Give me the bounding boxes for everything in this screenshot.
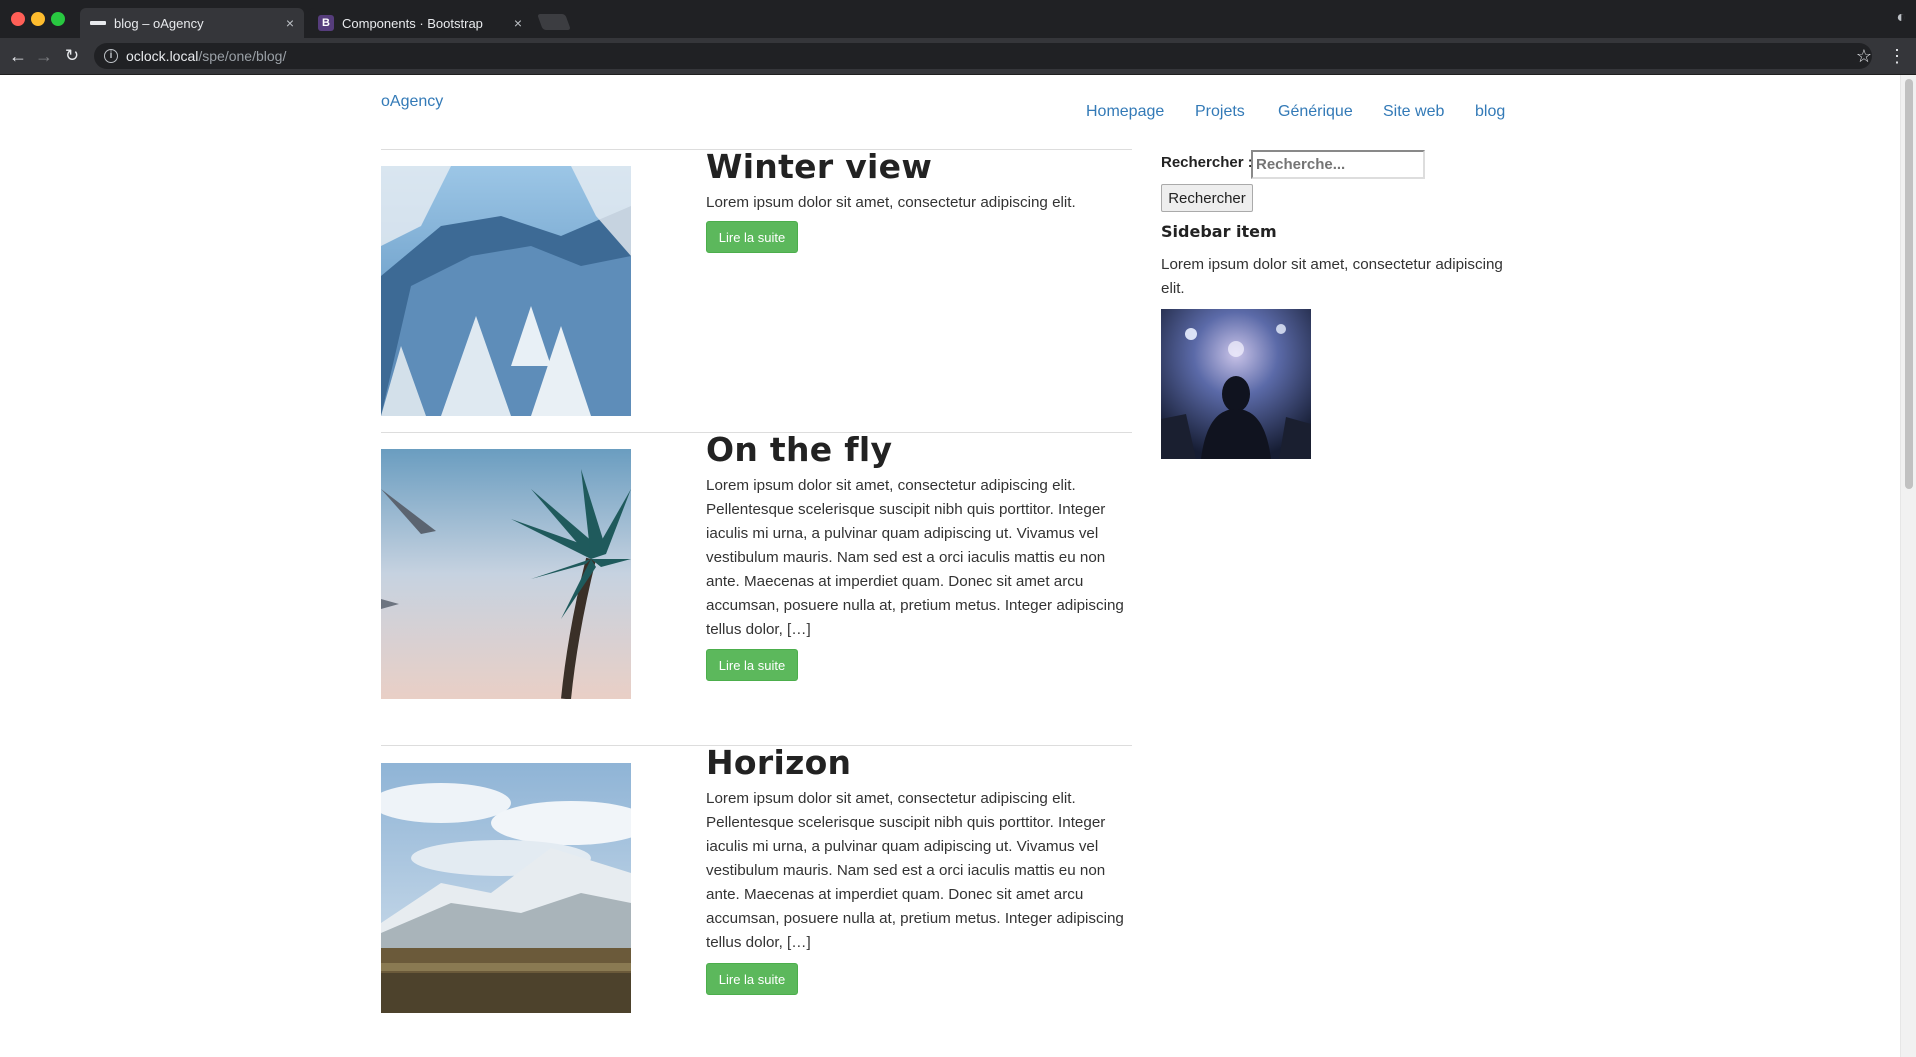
search-label: Rechercher : <box>1161 154 1253 171</box>
reload-icon[interactable]: ↻ <box>60 44 84 68</box>
sidebar-item-text: Lorem ipsum dolor sit amet, consectetur … <box>1161 256 1503 297</box>
scrollbar-thumb[interactable] <box>1905 79 1913 489</box>
back-arrow-icon[interactable]: ← <box>6 44 30 68</box>
window-close-button[interactable] <box>11 12 25 26</box>
window-minimize-button[interactable] <box>31 12 45 26</box>
info-icon[interactable]: i <box>104 49 118 63</box>
site-brand-link[interactable]: oAgency <box>381 93 443 111</box>
post-image-on-the-fly[interactable] <box>381 449 631 699</box>
url-path: /spe/one/blog/ <box>198 48 287 64</box>
read-more-button[interactable]: Lire la suite <box>706 963 798 995</box>
browser-tab-bar: blog – oAgency × B Components · Bootstra… <box>0 0 1916 38</box>
bookmark-star-icon[interactable]: ☆ <box>1856 44 1872 68</box>
nav-link-site-web[interactable]: Site web <box>1383 103 1444 121</box>
post-excerpt: Lorem ipsum dolor sit amet, consectetur … <box>706 790 1124 951</box>
window-maximize-button[interactable] <box>51 12 65 26</box>
sidebar-item-title: Sidebar item <box>1161 222 1277 241</box>
tab-title: Components · Bootstrap <box>342 15 483 31</box>
search-input[interactable] <box>1251 150 1425 179</box>
post-image-horizon[interactable] <box>381 763 631 1013</box>
oagency-favicon-icon <box>90 21 106 25</box>
post-title[interactable]: Horizon <box>706 743 851 782</box>
tab-title: blog – oAgency <box>114 15 204 31</box>
page-scrollbar[interactable] <box>1900 75 1916 1057</box>
tab-close-icon[interactable]: × <box>286 15 294 31</box>
post-title[interactable]: Winter view <box>706 147 932 186</box>
tab-close-icon[interactable]: × <box>514 15 522 31</box>
web-page: oAgency Homepage Projets Générique Site … <box>0 75 1900 1057</box>
address-bar[interactable]: i oclock.local/spe/one/blog/ <box>94 43 1872 69</box>
nav-link-homepage[interactable]: Homepage <box>1086 103 1164 121</box>
tab-components-bootstrap[interactable]: B Components · Bootstrap × <box>308 8 532 38</box>
url-host: oclock.local <box>126 48 199 64</box>
kebab-menu-icon[interactable]: ⋮ <box>1888 44 1906 68</box>
post-excerpt: Lorem ipsum dolor sit amet, consectetur … <box>706 194 1076 211</box>
search-button[interactable]: Rechercher <box>1161 184 1253 212</box>
post-title[interactable]: On the fly <box>706 430 892 469</box>
tab-blog-oagency[interactable]: blog – oAgency × <box>80 8 304 38</box>
post-excerpt: Lorem ipsum dolor sit amet, consectetur … <box>706 477 1124 638</box>
nav-link-projets[interactable]: Projets <box>1195 103 1245 121</box>
read-more-button[interactable]: Lire la suite <box>706 649 798 681</box>
sidebar-image-concert <box>1161 309 1311 459</box>
incognito-profile-icon[interactable]: ◐ <box>1896 9 1906 27</box>
new-tab-button[interactable] <box>537 14 571 30</box>
post-image-winter[interactable] <box>381 166 631 416</box>
nav-link-blog[interactable]: blog <box>1475 103 1505 121</box>
forward-arrow-icon[interactable]: → <box>32 44 56 68</box>
nav-link-generique[interactable]: Générique <box>1278 103 1353 121</box>
browser-toolbar: ← → ↻ i oclock.local/spe/one/blog/ ☆ ⋮ <box>0 38 1916 75</box>
read-more-button[interactable]: Lire la suite <box>706 221 798 253</box>
bootstrap-favicon-icon: B <box>318 15 334 31</box>
